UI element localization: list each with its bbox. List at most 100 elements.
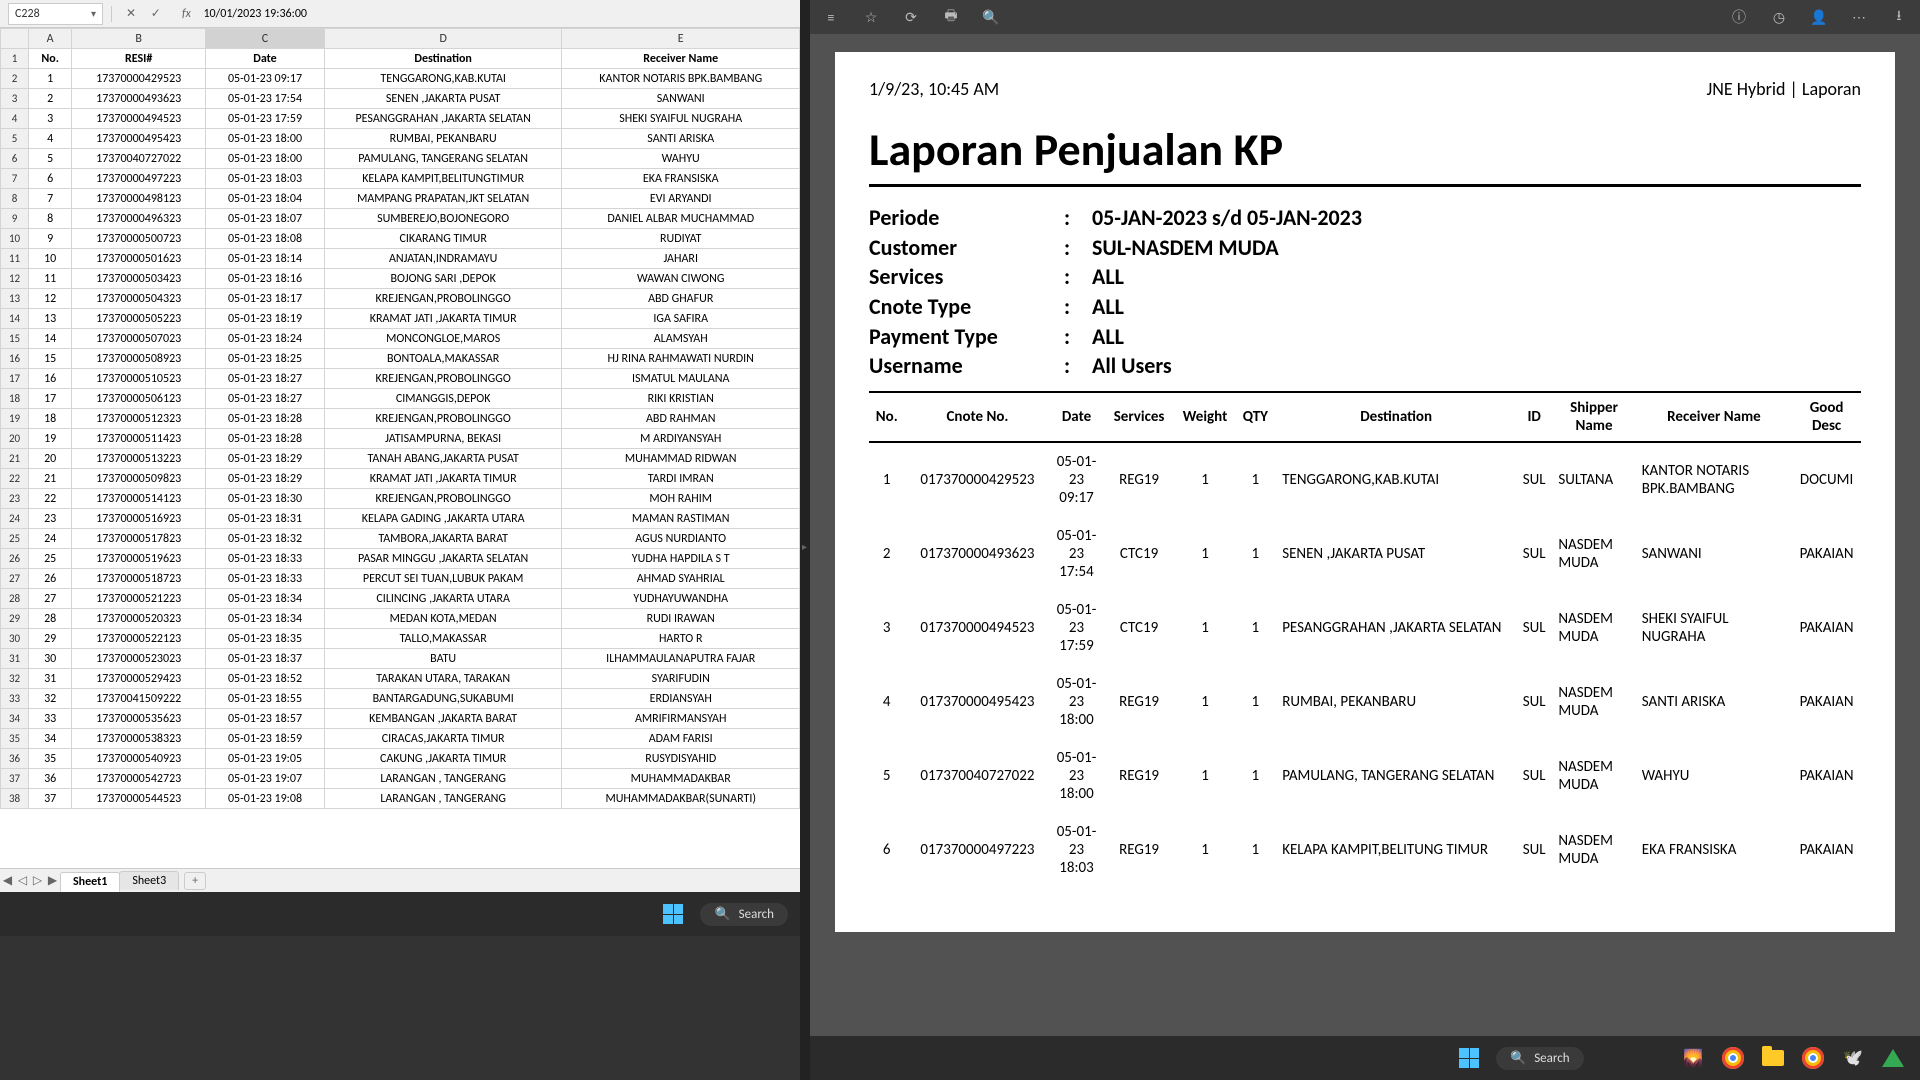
cell[interactable]: 10 [29, 249, 72, 269]
start-button[interactable] [656, 897, 690, 931]
table-row[interactable]: 20191737000051142305-01-23 18:28JATISAMP… [1, 429, 800, 449]
table-row[interactable]: 321737000049362305-01-23 17:54SENEN ,JAK… [1, 89, 800, 109]
cell[interactable]: ILHAMMAULANAPUTRA FAJAR [562, 649, 800, 669]
row-header[interactable]: 25 [1, 529, 29, 549]
download-icon[interactable]: ⭳ [1888, 5, 1910, 29]
table-row[interactable]: 38371737000054452305-01-23 19:08LARANGAN… [1, 789, 800, 809]
cell[interactable]: 17370000514123 [72, 489, 206, 509]
table-row[interactable]: 29281737000052032305-01-23 18:34MEDAN KO… [1, 609, 800, 629]
sheet-nav[interactable]: ◀ ◁ ▷ ▶ [0, 873, 60, 888]
app-explorer-icon[interactable] [1758, 1043, 1788, 1073]
cell[interactable]: DANIEL ALBAR MUCHAMMAD [562, 209, 800, 229]
row-header[interactable]: 5 [1, 129, 29, 149]
row-header[interactable]: 24 [1, 509, 29, 529]
table-row[interactable]: 17161737000051052305-01-23 18:27KREJENGA… [1, 369, 800, 389]
cell[interactable]: SYARIFUDIN [562, 669, 800, 689]
cell[interactable]: MAMPANG PRAPATAN,JKT SELATAN [324, 189, 562, 209]
zoom-icon[interactable]: 🔍 [980, 9, 1002, 26]
cell[interactable]: 32 [29, 689, 72, 709]
table-row[interactable]: 16151737000050892305-01-23 18:25BONTOALA… [1, 349, 800, 369]
pdf-body[interactable]: 1/9/23, 10:45 AM JNE Hybrid | Laporan La… [810, 34, 1920, 1036]
cell[interactable]: 17370000493623 [72, 89, 206, 109]
cell[interactable]: 4 [29, 129, 72, 149]
col-header-C[interactable]: C [206, 29, 325, 49]
cell[interactable]: 17370000504323 [72, 289, 206, 309]
cell[interactable]: 18 [29, 409, 72, 429]
cell[interactable]: 17370000518723 [72, 569, 206, 589]
cell[interactable]: RUSYDISYAHID [562, 749, 800, 769]
cell[interactable]: 05-01-23 18:37 [206, 649, 325, 669]
cell[interactable]: 05-01-23 18:04 [206, 189, 325, 209]
row-header[interactable]: 16 [1, 349, 29, 369]
cell[interactable]: BANTARGADUNG,SUKABUMI [324, 689, 562, 709]
cell[interactable]: WAHYU [562, 149, 800, 169]
cell[interactable]: 17370000512323 [72, 409, 206, 429]
cell[interactable]: 23 [29, 509, 72, 529]
table-row[interactable]: 36351737000054092305-01-23 19:05CAKUNG ,… [1, 749, 800, 769]
cell[interactable]: PESANGGRAHAN ,JAKARTA SELATAN [324, 109, 562, 129]
cell[interactable]: 05-01-23 18:19 [206, 309, 325, 329]
cell[interactable]: 15 [29, 349, 72, 369]
row-header[interactable]: 35 [1, 729, 29, 749]
cell[interactable]: 05-01-23 18:28 [206, 409, 325, 429]
table-row[interactable]: 25241737000051782305-01-23 18:32TAMBORA,… [1, 529, 800, 549]
row-header[interactable]: 17 [1, 369, 29, 389]
row-header[interactable]: 4 [1, 109, 29, 129]
row-header[interactable]: 38 [1, 789, 29, 809]
cell[interactable]: BONTOALA,MAKASSAR [324, 349, 562, 369]
cell[interactable]: 05-01-23 19:08 [206, 789, 325, 809]
cell[interactable]: 17370000510523 [72, 369, 206, 389]
cell[interactable]: 17 [29, 389, 72, 409]
cell[interactable]: 2 [29, 89, 72, 109]
table-row[interactable]: 1091737000050072305-01-23 18:08CIKARANG … [1, 229, 800, 249]
cell[interactable]: ALAMSYAH [562, 329, 800, 349]
cell[interactable]: 1 [29, 69, 72, 89]
cell[interactable]: 22 [29, 489, 72, 509]
cell[interactable]: M ARDIYANSYAH [562, 429, 800, 449]
menu-icon[interactable]: ≡ [820, 9, 842, 26]
cell[interactable]: YUDHA HAPDILA S T [562, 549, 800, 569]
row-header[interactable]: 37 [1, 769, 29, 789]
cell[interactable]: SANWANI [562, 89, 800, 109]
cell[interactable]: SHEKI SYAIFUL NUGRAHA [562, 109, 800, 129]
cell[interactable]: 35 [29, 749, 72, 769]
row-header[interactable]: 20 [1, 429, 29, 449]
row-header[interactable]: 2 [1, 69, 29, 89]
cell[interactable]: 05-01-23 18:30 [206, 489, 325, 509]
table-row[interactable]: 15141737000050702305-01-23 18:24MONCONGL… [1, 329, 800, 349]
cell[interactable]: 17370000509823 [72, 469, 206, 489]
cell[interactable]: 13 [29, 309, 72, 329]
cell[interactable]: 17370000535623 [72, 709, 206, 729]
cell[interactable]: 25 [29, 549, 72, 569]
header-cell[interactable]: Destination [324, 49, 562, 69]
cell[interactable]: KEMBANGAN ,JAKARTA BARAT [324, 709, 562, 729]
cell[interactable]: AMRIFIRMANSYAH [562, 709, 800, 729]
table-row[interactable]: 761737000049722305-01-23 18:03KELAPA KAM… [1, 169, 800, 189]
cell[interactable]: 26 [29, 569, 72, 589]
row-header[interactable]: 14 [1, 309, 29, 329]
cell[interactable]: 17370000429523 [72, 69, 206, 89]
cell[interactable]: TAMBORA,JAKARTA BARAT [324, 529, 562, 549]
spreadsheet-grid[interactable]: ABCDE1No.RESI#DateDestinationReceiver Na… [0, 28, 800, 868]
table-row[interactable]: 12111737000050342305-01-23 18:16BOJONG S… [1, 269, 800, 289]
cell[interactable]: BATU [324, 649, 562, 669]
table-row[interactable]: 28271737000052122305-01-23 18:34CILINCIN… [1, 589, 800, 609]
cell[interactable]: YUDHAYUWANDHA [562, 589, 800, 609]
cell[interactable]: ABD GHAFUR [562, 289, 800, 309]
row-header[interactable]: 12 [1, 269, 29, 289]
cell[interactable]: 05-01-23 18:00 [206, 129, 325, 149]
cell[interactable]: 05-01-23 18:14 [206, 249, 325, 269]
table-row[interactable]: 541737000049542305-01-23 18:00RUMBAI, PE… [1, 129, 800, 149]
cell[interactable]: KREJENGAN,PROBOLINGGO [324, 489, 562, 509]
cell[interactable]: 05-01-23 18:16 [206, 269, 325, 289]
col-header-D[interactable]: D [324, 29, 562, 49]
cell[interactable]: ABD RAHMAN [562, 409, 800, 429]
row-header[interactable]: 23 [1, 489, 29, 509]
cell[interactable]: CIMANGGIS,DEPOK [324, 389, 562, 409]
nav-prev-icon[interactable]: ◁ [18, 873, 27, 888]
cell[interactable]: 05-01-23 18:28 [206, 429, 325, 449]
cell[interactable]: JAHARI [562, 249, 800, 269]
cell[interactable]: CIKARANG TIMUR [324, 229, 562, 249]
header-cell[interactable]: No. [29, 49, 72, 69]
cell[interactable]: IGA SAFIRA [562, 309, 800, 329]
